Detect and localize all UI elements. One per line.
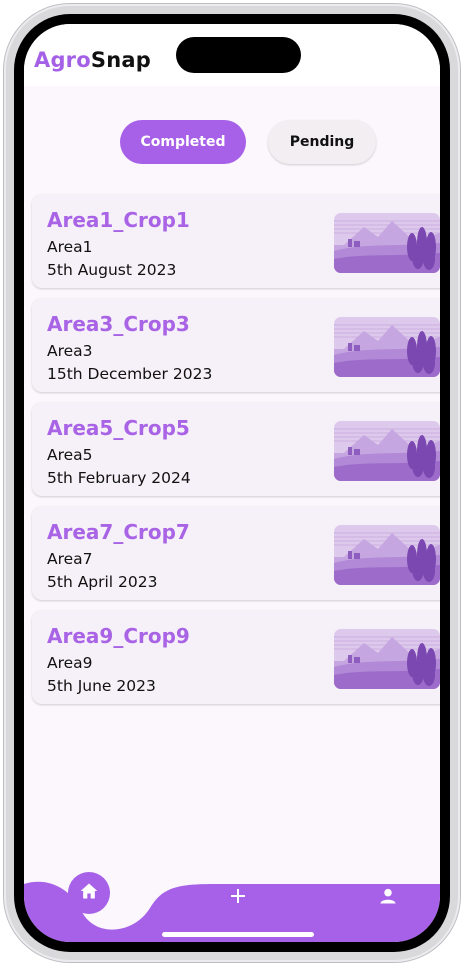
crop-card[interactable]: Area9_Crop9 Area9 5th June 2023 (32, 610, 440, 704)
dynamic-island (176, 37, 301, 73)
tab-completed[interactable]: Completed (120, 120, 246, 164)
crop-card[interactable]: Area7_Crop7 Area7 5th April 2023 (32, 506, 440, 600)
crop-card-title: Area9_Crop9 (47, 624, 190, 648)
status-tabs: Completed Pending (24, 120, 440, 164)
tab-pending[interactable]: Pending (268, 120, 376, 164)
phone-frame: AgroSnap Completed Pending Area1_Crop1 A… (4, 4, 460, 962)
nav-home-button[interactable] (68, 872, 110, 914)
brand-part-snap: Snap (90, 48, 151, 72)
app-header: AgroSnap (24, 24, 440, 86)
phone-bezel: AgroSnap Completed Pending Area1_Crop1 A… (14, 14, 450, 952)
profile-icon (378, 886, 398, 910)
crop-field-thumbnail (334, 629, 440, 689)
brand-part-agro: Agro (34, 48, 91, 72)
crop-field-thumbnail (334, 213, 440, 273)
crop-card-date: 5th February 2024 (47, 469, 191, 487)
crop-card-area: Area1 (47, 238, 93, 256)
crop-card-image (334, 525, 440, 585)
crop-card-area: Area7 (47, 550, 93, 568)
crop-card-area: Area9 (47, 654, 93, 672)
crop-card-title: Area5_Crop5 (47, 416, 190, 440)
crop-card[interactable]: Area3_Crop3 Area3 15th December 2023 (32, 298, 440, 392)
nav-profile-button[interactable] (376, 886, 400, 910)
crop-card-image (334, 213, 440, 273)
crop-card-date: 5th June 2023 (47, 677, 156, 695)
crop-card-area: Area3 (47, 342, 93, 360)
crop-card-title: Area3_Crop3 (47, 312, 190, 336)
home-indicator (162, 932, 314, 937)
app-logo: AgroSnap (34, 48, 151, 72)
crop-field-thumbnail (334, 421, 440, 481)
plus-icon (230, 888, 246, 908)
crop-card-date: 5th April 2023 (47, 573, 158, 591)
crop-card-area: Area5 (47, 446, 93, 464)
crop-card-image (334, 317, 440, 377)
crop-card-date: 15th December 2023 (47, 365, 213, 383)
crop-card[interactable]: Area1_Crop1 Area1 5th August 2023 (32, 194, 440, 288)
crop-card-image (334, 421, 440, 481)
nav-add-button[interactable] (226, 886, 250, 910)
crop-card-title: Area1_Crop1 (47, 208, 190, 232)
crop-card[interactable]: Area5_Crop5 Area5 5th February 2024 (32, 402, 440, 496)
crop-field-thumbnail (334, 317, 440, 377)
crop-card-image (334, 629, 440, 689)
crop-card-date: 5th August 2023 (47, 261, 177, 279)
crop-field-thumbnail (334, 525, 440, 585)
crop-card-title: Area7_Crop7 (47, 520, 190, 544)
app-screen: AgroSnap Completed Pending Area1_Crop1 A… (24, 24, 440, 942)
home-icon (79, 881, 99, 905)
